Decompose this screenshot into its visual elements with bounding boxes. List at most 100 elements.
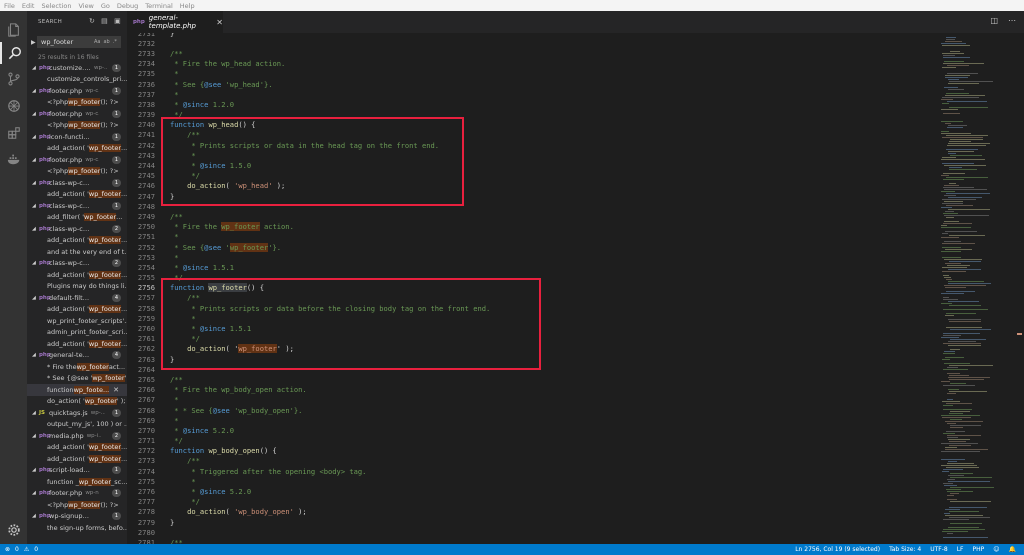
source-control-icon[interactable] bbox=[0, 68, 27, 90]
code-line[interactable]: 2736 * See {@see 'wp_head'}. bbox=[127, 79, 490, 89]
code-line[interactable]: 2780 bbox=[127, 527, 490, 537]
search-icon[interactable] bbox=[0, 42, 27, 64]
minimap[interactable] bbox=[939, 33, 1014, 544]
expand-chevron-icon[interactable]: ◢ bbox=[32, 352, 39, 358]
code-line[interactable]: 2747} bbox=[127, 191, 490, 201]
debug-icon[interactable] bbox=[0, 95, 27, 117]
code-line[interactable]: 2749 /** bbox=[127, 211, 490, 221]
expand-chevron-icon[interactable]: ◢ bbox=[32, 180, 39, 186]
code-line[interactable]: 2752 * See {@see 'wp_footer'}. bbox=[127, 242, 490, 252]
code-line[interactable]: 2755 */ bbox=[127, 273, 490, 283]
result-match[interactable]: <?php wp_footer (); ?> bbox=[27, 97, 127, 109]
code-line[interactable]: 2762 do_action( 'wp_footer' ); bbox=[127, 344, 490, 354]
search-input[interactable] bbox=[41, 38, 91, 46]
code-line[interactable]: 2767 * bbox=[127, 395, 490, 405]
expand-chevron-icon[interactable]: ◢ bbox=[32, 513, 39, 519]
code-line[interactable]: 2774 * Triggered after the opening <body… bbox=[127, 466, 490, 476]
code-line[interactable]: 2779} bbox=[127, 517, 490, 527]
code-line[interactable]: 2744 * @since 1.5.0 bbox=[127, 160, 490, 170]
menu-debug[interactable]: Debug bbox=[117, 2, 138, 10]
result-file[interactable]: ◢phpgeneral-templat... 4 bbox=[27, 350, 127, 362]
result-match[interactable]: add_action( ' wp_footer... bbox=[27, 143, 127, 155]
code-line[interactable]: 2781/** bbox=[127, 537, 490, 544]
code-line[interactable]: 2733 /** bbox=[127, 48, 490, 58]
settings-gear-icon[interactable] bbox=[0, 519, 27, 541]
expand-chevron-icon[interactable]: ◢ bbox=[32, 490, 39, 496]
end-of-line[interactable]: LF bbox=[957, 546, 964, 553]
result-file[interactable]: ◢phpclass-wp-custo... 2 bbox=[27, 223, 127, 235]
code-line[interactable]: 2760 * @since 1.5.1 bbox=[127, 323, 490, 333]
whole-word-icon[interactable]: ab bbox=[103, 39, 109, 45]
code-line[interactable]: 2745 */ bbox=[127, 171, 490, 181]
menu-help[interactable]: Help bbox=[180, 2, 195, 10]
result-file[interactable]: ◢phpcustomize.phpwp-... 1 bbox=[27, 62, 127, 74]
vertical-scrollbar[interactable] bbox=[1014, 33, 1024, 544]
code-editor[interactable]: 2731} 2732 2733/** 2734 * Fire the wp_head … bbox=[127, 33, 939, 544]
expand-chevron-icon[interactable]: ◢ bbox=[32, 65, 39, 71]
code-line[interactable]: 2741 /** bbox=[127, 130, 490, 140]
expand-chevron-icon[interactable]: ◢ bbox=[32, 410, 39, 416]
code-line[interactable]: 2748 bbox=[127, 201, 490, 211]
result-match[interactable]: function wp_foote... ✕ bbox=[27, 384, 127, 396]
result-file[interactable]: ◢phpfooter.phpwp-c... 1 bbox=[27, 154, 127, 166]
encoding[interactable]: UTF-8 bbox=[930, 546, 948, 553]
expand-chevron-icon[interactable]: ◢ bbox=[32, 203, 39, 209]
code-line[interactable]: 2757 /** bbox=[127, 293, 490, 303]
cursor-position[interactable]: Ln 2756, Col 19 (9 selected) bbox=[795, 546, 880, 553]
extensions-icon[interactable] bbox=[0, 122, 27, 144]
expand-chevron-icon[interactable]: ◢ bbox=[32, 157, 39, 163]
warning-count[interactable]: 0 bbox=[34, 546, 38, 553]
menu-view[interactable]: View bbox=[78, 2, 93, 10]
code-line[interactable]: 2765 /** bbox=[127, 374, 490, 384]
result-match[interactable]: * Fire the wp_footer act... bbox=[27, 361, 127, 373]
result-match[interactable]: admin_print_footer_scri... bbox=[27, 327, 127, 339]
result-file[interactable]: ◢phpclass-wp-custo... 1 bbox=[27, 177, 127, 189]
code-line[interactable]: 2742 * Prints scripts or data in the hea… bbox=[127, 140, 490, 150]
menu-edit[interactable]: Edit bbox=[22, 2, 35, 10]
notifications-bell-icon[interactable]: 🔔 bbox=[1009, 546, 1016, 553]
code-line[interactable]: 2773 /** bbox=[127, 456, 490, 466]
code-line[interactable]: 2759 * bbox=[127, 313, 490, 323]
result-match[interactable]: add_action( ' wp_footer... bbox=[27, 338, 127, 350]
result-file[interactable]: ◢ JS quicktags.js wp-... 1 bbox=[27, 407, 127, 419]
result-match[interactable]: <?php wp_footer (); ?> bbox=[27, 120, 127, 132]
code-line[interactable]: 2776 * @since 5.2.0 bbox=[127, 486, 490, 496]
expand-chevron-icon[interactable]: ◢ bbox=[32, 134, 39, 140]
tab-general-template[interactable]: php general-template.php ✕ bbox=[127, 11, 223, 33]
code-line[interactable]: 2763} bbox=[127, 354, 490, 364]
result-file[interactable]: ◢phpfooter.phpwp-c... 1 bbox=[27, 108, 127, 120]
expand-chevron-icon[interactable]: ◢ bbox=[32, 88, 39, 94]
result-file[interactable]: ◢phpdefault-filters.ph... 4 bbox=[27, 292, 127, 304]
result-match[interactable]: add_action( ' wp_footer... bbox=[27, 442, 127, 454]
expand-chevron-icon[interactable]: ◢ bbox=[32, 467, 39, 473]
code-line[interactable]: 2769 * bbox=[127, 415, 490, 425]
refresh-icon[interactable]: ↻ bbox=[89, 17, 95, 25]
result-match[interactable]: <?php wp_footer (); ?> bbox=[27, 166, 127, 178]
result-match[interactable]: add_filter( ' wp_footer... bbox=[27, 212, 127, 224]
result-match[interactable]: wp_print_footer_scripts'... bbox=[27, 315, 127, 327]
expand-chevron-icon[interactable]: ◢ bbox=[32, 433, 39, 439]
result-match[interactable]: add_action( ' wp_footer... bbox=[27, 235, 127, 247]
code-line[interactable]: 2751 * bbox=[127, 232, 490, 242]
more-actions-icon[interactable]: ⋯ bbox=[1008, 16, 1016, 25]
result-match[interactable]: and at the very end of t... bbox=[27, 246, 127, 258]
docker-icon[interactable] bbox=[0, 148, 27, 170]
code-line[interactable]: 2770 * @since 5.2.0 bbox=[127, 425, 490, 435]
result-match[interactable]: * See {@see 'wp_footer'}. bbox=[27, 373, 127, 385]
code-line[interactable]: 2754 * @since 1.5.1 bbox=[127, 262, 490, 272]
code-line[interactable]: 2756 function wp_footer() { bbox=[127, 283, 490, 293]
feedback-icon[interactable]: ☺ bbox=[993, 546, 999, 553]
code-line[interactable]: 2764 bbox=[127, 364, 490, 374]
explorer-icon[interactable] bbox=[0, 19, 27, 41]
code-line[interactable]: 2766 * Fire the wp_body_open action. bbox=[127, 385, 490, 395]
result-match[interactable]: add_action( ' wp_footer... bbox=[27, 269, 127, 281]
result-file[interactable]: ◢phpwp-signup.php 1 bbox=[27, 511, 127, 523]
result-match[interactable]: customize_controls_pri... bbox=[27, 74, 127, 86]
dismiss-result-icon[interactable]: ✕ bbox=[113, 386, 119, 394]
clear-results-icon[interactable]: ▤ bbox=[101, 17, 108, 25]
code-line[interactable]: 2732 bbox=[127, 38, 490, 48]
code-line[interactable]: 2768 * * See {@see 'wp_body_open'}. bbox=[127, 405, 490, 415]
code-line[interactable]: 2746 do_action( 'wp_head' ); bbox=[127, 181, 490, 191]
result-file[interactable]: ◢phpmedia.phpwp-i... 2 bbox=[27, 430, 127, 442]
menu-terminal[interactable]: Terminal bbox=[145, 2, 172, 10]
